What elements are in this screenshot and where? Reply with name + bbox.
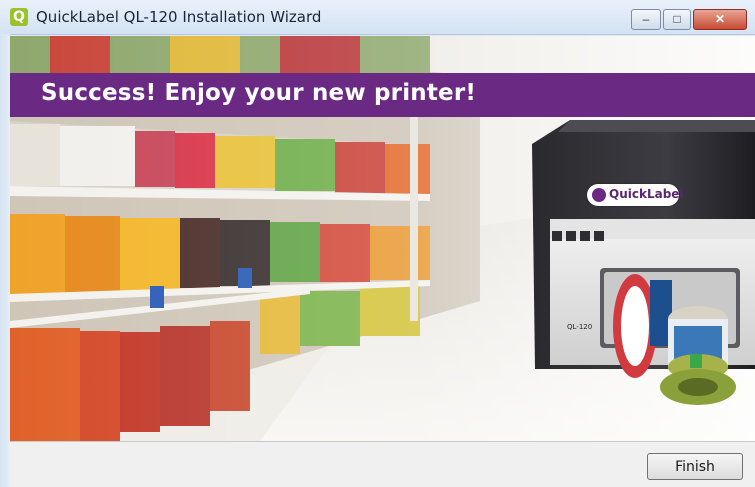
quicklabel-logo-icon [592, 188, 606, 202]
finish-button[interactable]: Finish [647, 453, 743, 480]
close-icon: ✕ [714, 12, 726, 26]
installer-window: Q QuickLabel QL-120 Installation Wizard … [0, 0, 755, 487]
quicklabel-app-icon: Q [10, 8, 28, 26]
ql120-printer-image [532, 120, 755, 405]
success-message: Success! Enjoy your new printer! [41, 80, 477, 106]
maximize-button[interactable]: □ [663, 9, 691, 30]
printer-brand-label: QuickLabel [609, 187, 684, 201]
close-button[interactable]: ✕ [693, 9, 747, 30]
success-banner: Success! Enjoy your new printer! [10, 73, 755, 117]
maximize-icon: □ [673, 12, 681, 26]
title-bar[interactable]: Q QuickLabel QL-120 Installation Wizard … [0, 0, 755, 35]
minimize-button[interactable]: – [631, 9, 661, 30]
window-title: QuickLabel QL-120 Installation Wizard [36, 8, 322, 26]
printer-brand-badge: QuickLabel [587, 184, 684, 206]
wizard-footer: Finish [10, 441, 755, 487]
printer-model-label: QL-120 [567, 323, 593, 331]
minimize-icon: – [642, 12, 650, 26]
wizard-content: Success! Enjoy your new printer! QuickLa… [10, 36, 755, 441]
window-left-frame [0, 34, 10, 487]
